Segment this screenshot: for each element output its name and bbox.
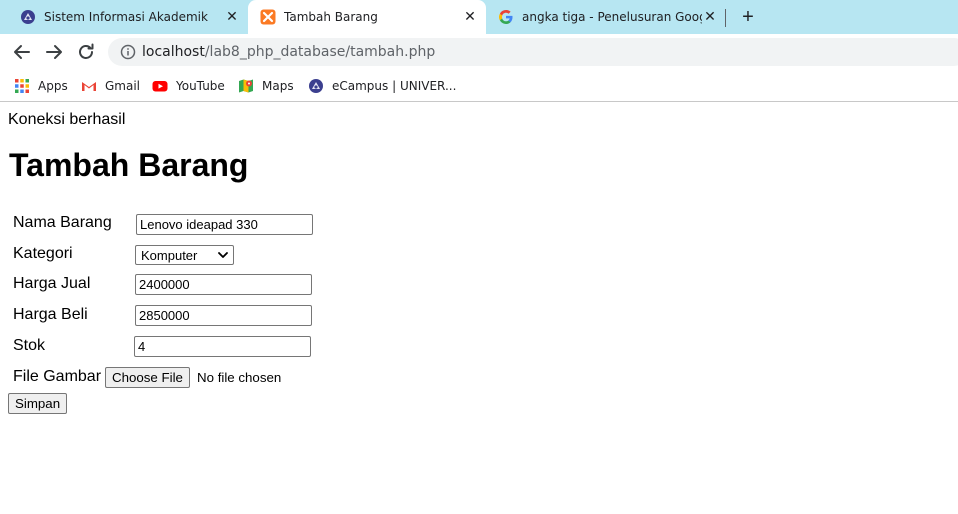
stok-input[interactable] [134, 336, 311, 357]
tab-title: Sistem Informasi Akademik [44, 10, 208, 24]
tab-separator [725, 9, 726, 27]
nama-barang-label: Nama Barang [13, 214, 112, 231]
bookmark-label: YouTube [176, 79, 225, 93]
nama-barang-input[interactable] [136, 214, 313, 235]
stok-label: Stok [13, 337, 46, 354]
bookmark-gmail[interactable]: Gmail [81, 76, 140, 96]
close-tab-icon[interactable]: ✕ [701, 8, 719, 26]
youtube-icon [152, 81, 168, 92]
file-status-text: No file chosen [197, 370, 282, 385]
university-logo-icon [309, 79, 323, 93]
tab-tambah-barang[interactable]: Tambah Barang ✕ [248, 0, 486, 34]
kategori-select[interactable]: Komputer [135, 245, 234, 265]
new-tab-button[interactable]: + [737, 6, 759, 28]
simpan-button[interactable]: Simpan [8, 393, 68, 414]
url-host: localhost [142, 44, 205, 60]
harga-beli-input[interactable] [135, 305, 312, 326]
chevron-down-icon [218, 252, 228, 258]
close-tab-icon[interactable]: ✕ [461, 8, 479, 26]
url-text: localhost/lab8_php_database/tambah.php [142, 44, 435, 60]
maps-icon [239, 79, 253, 93]
url-path: /lab8_php_database/tambah.php [204, 44, 436, 60]
tab-google-search[interactable]: angka tiga - Penelusuran Google ✕ [488, 0, 726, 34]
tab-sistem-informasi-akademik[interactable]: Sistem Informasi Akademik ✕ [0, 0, 246, 34]
browser-toolbar: localhost/lab8_php_database/tambah.php [0, 34, 958, 70]
xampp-icon [260, 9, 276, 25]
close-tab-icon[interactable]: ✕ [223, 8, 241, 26]
arrow-left-icon [14, 45, 30, 59]
info-icon[interactable] [120, 44, 136, 60]
tab-strip: Sistem Informasi Akademik ✕ Tambah Baran… [0, 0, 958, 34]
harga-jual-label: Harga Jual [13, 275, 91, 292]
reload-button[interactable] [74, 40, 98, 64]
choose-file-button[interactable]: Choose File [105, 367, 190, 388]
harga-beli-label: Harga Beli [13, 306, 88, 323]
bookmark-label: Apps [38, 79, 68, 93]
google-icon [499, 10, 513, 24]
page-title: Tambah Barang [9, 147, 249, 183]
address-bar[interactable]: localhost/lab8_php_database/tambah.php [108, 38, 958, 66]
connection-status: Koneksi berhasil [8, 111, 126, 128]
harga-jual-input[interactable] [135, 274, 312, 295]
page-content: Koneksi berhasil Tambah Barang Nama Bara… [0, 103, 958, 514]
file-gambar-label: File Gambar [13, 368, 102, 385]
arrow-right-icon [46, 45, 62, 59]
gmail-icon [82, 82, 96, 91]
bookmark-label: Gmail [105, 79, 141, 93]
bookmark-label: eCampus | UNIVER... [332, 79, 457, 93]
apps-grid-icon [15, 79, 29, 93]
reload-icon [79, 43, 94, 59]
kategori-label: Kategori [13, 245, 73, 262]
forward-button[interactable] [42, 40, 66, 64]
kategori-selected-value: Komputer [141, 248, 198, 263]
back-button[interactable] [10, 40, 34, 64]
bookmark-apps[interactable]: Apps [14, 76, 68, 96]
tab-title: Tambah Barang [284, 10, 378, 24]
bookmarks-bar: Apps Gmail YouTube Maps eCampus | UNIVER… [0, 70, 958, 102]
university-logo-icon [21, 10, 35, 24]
bookmark-ecampus[interactable]: eCampus | UNIVER... [308, 76, 456, 96]
bookmark-youtube[interactable]: YouTube [152, 76, 225, 96]
bookmark-maps[interactable]: Maps [238, 76, 294, 96]
bookmark-label: Maps [262, 79, 294, 93]
tab-title: angka tiga - Penelusuran Google [522, 10, 702, 24]
